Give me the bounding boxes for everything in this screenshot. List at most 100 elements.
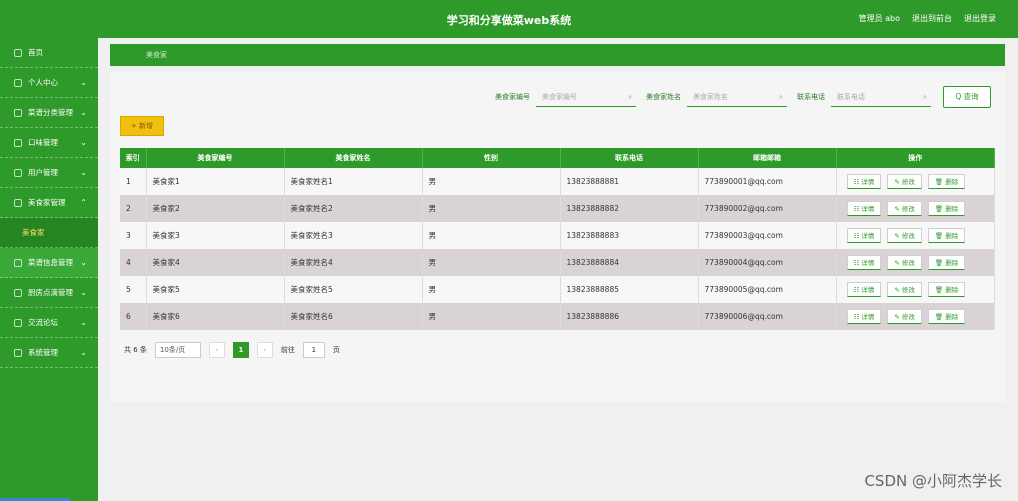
cell-actions: ☷ 详情 ✎ 修改 🗑 删除 (836, 249, 995, 276)
row-actions: ☷ 详情 ✎ 修改 🗑 删除 (843, 201, 995, 216)
edit-button[interactable]: ✎ 修改 (887, 255, 922, 270)
cell-email: 773890004@qq.com (698, 249, 837, 276)
chevron-up-icon: ⌃ (80, 198, 87, 207)
prev-page-button[interactable]: ‹ (208, 342, 225, 358)
delete-button[interactable]: 🗑 删除 (927, 174, 966, 189)
action-label: 详情 (861, 205, 875, 213)
next-page-button[interactable]: › (256, 342, 273, 358)
action-label: 修改 (901, 205, 915, 213)
gourmet-table: 索引 美食家编号 美食家姓名 性别 联系电话 邮箱邮箱 操作 1 美食家1 美食家姓… (120, 148, 995, 330)
logout-link[interactable]: 退出登录 (964, 13, 996, 24)
action-label: 详情 (861, 178, 875, 186)
row-actions: ☷ 详情 ✎ 修改 🗑 删除 (843, 309, 995, 324)
detail-button[interactable]: ☷ 详情 (846, 174, 882, 189)
cell-index: 3 (120, 222, 147, 249)
action-label: 修改 (901, 286, 915, 294)
cell-name: 美食家姓名3 (284, 222, 423, 249)
action-label: 删除 (945, 286, 959, 294)
table-row: 3 美食家3 美食家姓名3 男 13823888883 773890003@qq.com ☷… (120, 222, 995, 249)
sidebar-item-label: 美食家管理 (28, 198, 66, 207)
table-body: 1 美食家1 美食家姓名1 男 13823888881 773890001@qq.com ☷… (120, 168, 995, 330)
back-to-front-link[interactable]: 退出到前台 (912, 13, 952, 24)
row-actions: ☷ 详情 ✎ 修改 🗑 删除 (843, 174, 995, 189)
edit-button[interactable]: ✎ 修改 (887, 309, 922, 324)
cell-email: 773890002@qq.com (698, 195, 837, 222)
cell-name: 美食家姓名2 (284, 195, 423, 222)
cell-code: 美食家2 (146, 195, 285, 222)
sidebar-item-label: 用户管理 (28, 168, 58, 177)
detail-button[interactable]: ☷ 详情 (846, 228, 882, 243)
page-jump-input[interactable]: 1 (302, 342, 325, 358)
cell-index: 4 (120, 249, 147, 276)
header-links: 管理员 abo 退出到前台 退出登录 (859, 13, 996, 24)
sidebar-item-kitchen-tips[interactable]: 厨房点滴管理 ⌄ (0, 278, 98, 308)
cell-code: 美食家6 (146, 303, 285, 330)
cell-sex: 男 (422, 168, 561, 195)
detail-button[interactable]: ☷ 详情 (846, 282, 882, 297)
sidebar-item-label: 口味管理 (28, 138, 58, 147)
chevron-down-icon: ⌄ (80, 258, 87, 267)
page-size-select[interactable]: 10条/页 (154, 342, 201, 358)
cell-index: 6 (120, 303, 147, 330)
delete-button[interactable]: 🗑 删除 (927, 201, 966, 216)
current-page[interactable]: 1 (232, 342, 249, 358)
user-icon (14, 78, 22, 87)
recipe-icon (14, 258, 22, 267)
cell-index: 2 (120, 195, 147, 222)
sidebar-subitem-gourmet[interactable]: 美食家 (0, 218, 98, 248)
action-label: 详情 (861, 232, 875, 240)
cell-name: 美食家姓名5 (284, 276, 423, 303)
chevron-down-icon: ⌄ (80, 318, 87, 327)
forum-icon (14, 318, 22, 327)
search-input-phone[interactable]: 联系电话 ⌕ (831, 87, 931, 107)
edit-button[interactable]: ✎ 修改 (887, 282, 922, 297)
edit-button[interactable]: ✎ 修改 (887, 228, 922, 243)
cell-name: 美食家姓名4 (284, 249, 423, 276)
action-label: 删除 (945, 178, 959, 186)
add-button[interactable]: + 新增 (120, 116, 164, 136)
sidebar-item-label: 美食家 (22, 228, 45, 237)
search-icon: ⌕ (779, 93, 783, 101)
sidebar-item-system[interactable]: 系统管理 ⌄ (0, 338, 98, 368)
edit-button[interactable]: ✎ 修改 (887, 201, 922, 216)
col-actions: 操作 (836, 148, 995, 168)
chef-icon (14, 198, 22, 207)
sidebar-item-profile[interactable]: 个人中心 ⌄ (0, 68, 98, 98)
table-row: 2 美食家2 美食家姓名2 男 13823888882 773890002@qq.com ☷… (120, 195, 995, 222)
cell-name: 美食家姓名6 (284, 303, 423, 330)
sidebar-item-recipe-info[interactable]: 菜谱信息管理 ⌄ (0, 248, 98, 278)
delete-button[interactable]: 🗑 删除 (927, 255, 966, 270)
cell-phone: 13823888883 (560, 222, 699, 249)
list-panel: 美食家编号 美食家编号 ⌕ 美食家姓名 美食家姓名 ⌕ 联系电话 联系电话 ⌕ Q 查… (110, 72, 1005, 402)
cell-phone: 13823888882 (560, 195, 699, 222)
edit-button[interactable]: ✎ 修改 (887, 174, 922, 189)
detail-button[interactable]: ☷ 详情 (846, 309, 882, 324)
sidebar-item-home[interactable]: 首页 (0, 38, 98, 68)
goto-label: 前往 (280, 346, 295, 354)
cell-actions: ☷ 详情 ✎ 修改 🗑 删除 (836, 222, 995, 249)
sidebar-item-flavor[interactable]: 口味管理 ⌄ (0, 128, 98, 158)
sidebar-item-users[interactable]: 用户管理 ⌄ (0, 158, 98, 188)
cell-phone: 13823888885 (560, 276, 699, 303)
delete-button[interactable]: 🗑 删除 (927, 228, 966, 243)
trash-icon: 🗑 (934, 178, 946, 186)
watermark: CSDN @小阿杰学长 (864, 472, 1002, 490)
delete-button[interactable]: 🗑 删除 (927, 309, 966, 324)
cell-sex: 男 (422, 276, 561, 303)
sidebar-item-forum[interactable]: 交流论坛 ⌄ (0, 308, 98, 338)
sidebar-item-recipe-category[interactable]: 菜谱分类管理 ⌄ (0, 98, 98, 128)
search-icon: ⌕ (923, 93, 927, 101)
cell-phone: 13823888886 (560, 303, 699, 330)
search-input-code[interactable]: 美食家编号 ⌕ (536, 87, 636, 107)
trash-icon: 🗑 (934, 313, 946, 321)
cell-email: 773890003@qq.com (698, 222, 837, 249)
action-label: 详情 (861, 286, 875, 294)
detail-button[interactable]: ☷ 详情 (846, 201, 882, 216)
delete-button[interactable]: 🗑 删除 (927, 282, 966, 297)
table-row: 1 美食家1 美食家姓名1 男 13823888881 773890001@qq.com ☷… (120, 168, 995, 195)
query-button[interactable]: Q 查询 (943, 86, 991, 108)
trash-icon: 🗑 (934, 286, 946, 294)
sidebar-item-gourmet-manage[interactable]: 美食家管理 ⌃ (0, 188, 98, 218)
detail-button[interactable]: ☷ 详情 (846, 255, 882, 270)
search-input-name[interactable]: 美食家姓名 ⌕ (687, 87, 787, 107)
